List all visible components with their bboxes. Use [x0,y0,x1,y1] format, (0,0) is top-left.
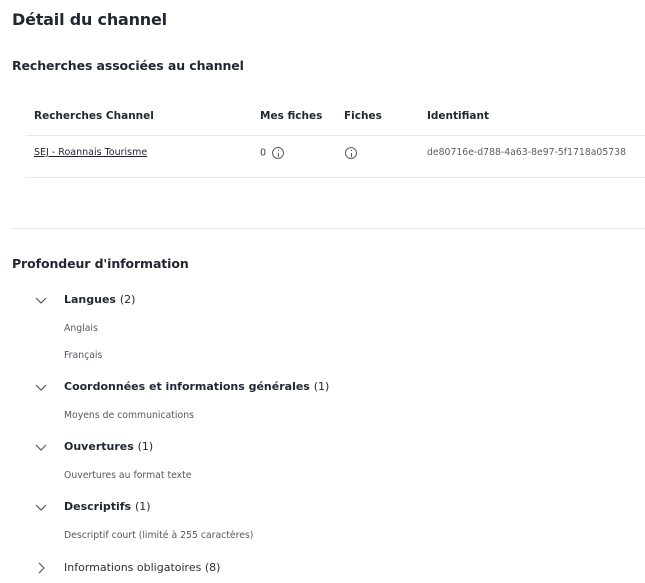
list-item: Français [64,350,103,361]
col-header-cards: Fiches [344,110,382,122]
list-item: Ouvertures au format texte [64,470,192,481]
section-divider [12,228,645,229]
searches-section-title: Recherches associées au channel [12,58,244,73]
cards-cell [345,147,357,159]
accordion-count: (2) [119,293,136,306]
page-title: Détail du channel [12,10,167,29]
info-circle-icon[interactable] [272,147,285,159]
accordion-label: Coordonnées et informations générales (1… [64,380,330,393]
col-header-identifier: Identifiant [427,110,490,122]
list-item: Moyens de communications [64,410,194,421]
chevron-down-icon [35,444,47,451]
col-header-my-cards: Mes fiches [260,110,323,122]
accordion-count: (1) [137,440,154,453]
list-item: Anglais [64,323,98,334]
chevron-down-icon [35,384,47,391]
accordion-count: (8) [204,561,221,574]
chevron-right-icon [38,562,45,574]
my-cards-count: 0 [260,147,267,159]
depth-section-title: Profondeur d'information [12,256,189,271]
accordion-count: (1) [313,380,330,393]
info-circle-icon[interactable] [345,147,357,159]
header-divider [26,135,645,136]
accordion-label: Descriptifs (1) [64,500,151,513]
accordion-label: Informations obligatoires (8) [64,561,221,574]
search-link[interactable]: SEJ - Roannais Tourisme [34,147,147,158]
chevron-down-icon [35,504,47,511]
accordion-label: Ouvertures (1) [64,440,154,453]
my-cards-cell: 0 [260,147,285,159]
accordion-count: (1) [134,500,151,513]
identifier-cell: de80716e-d788-4a63-8e97-5f1718a05738 [427,147,627,158]
col-header-search: Recherches Channel [34,110,154,122]
list-item: Descriptif court (limité à 255 caractère… [64,530,254,541]
row-divider [26,177,645,178]
accordion-label: Langues (2) [64,293,136,306]
chevron-down-icon [35,297,47,304]
